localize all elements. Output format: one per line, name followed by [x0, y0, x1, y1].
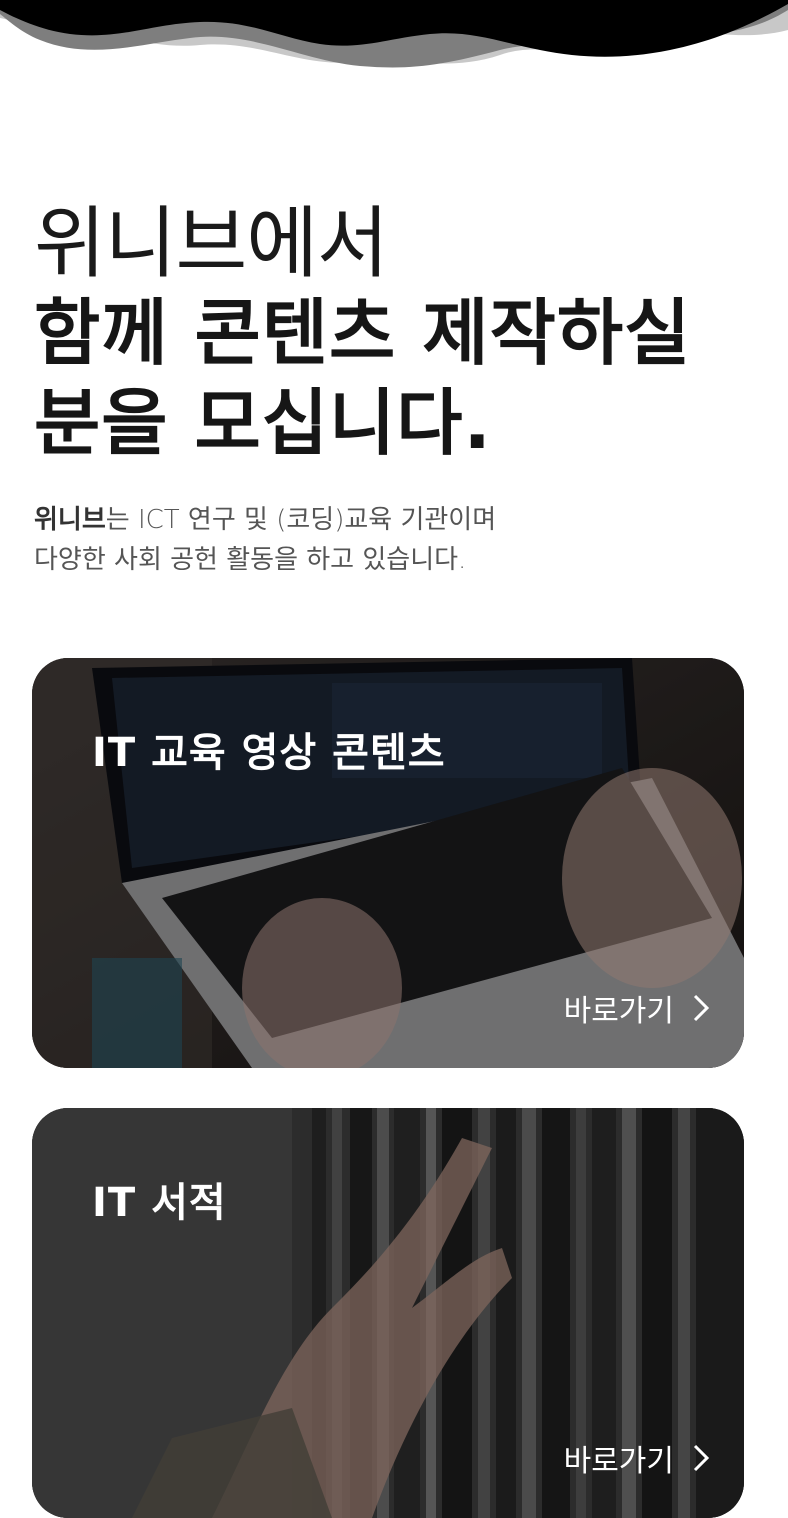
- card-link-label: 바로가기: [563, 1444, 674, 1479]
- brand-name: 위니브: [34, 505, 106, 535]
- card-link-button[interactable]: 바로가기: [564, 986, 710, 1030]
- card-title: IT 서적: [92, 1180, 227, 1226]
- intro-line-2: 다양한 사회 공헌 활동을 하고 있습니다.: [34, 545, 467, 575]
- card-title: IT 교육 영상 콘텐츠: [92, 730, 446, 776]
- card-link-button[interactable]: 바로가기: [564, 1436, 710, 1480]
- card-link-label: 바로가기: [563, 994, 674, 1029]
- card-it-books[interactable]: IT 서적 바로가기: [32, 1108, 744, 1518]
- hero-line-2: 함께 콘텐츠 제작하실: [34, 291, 692, 375]
- hero-line-3: 분을 모십니다.: [34, 381, 492, 465]
- card-it-video[interactable]: IT 교육 영상 콘텐츠 바로가기: [32, 658, 744, 1068]
- intro-text: 위니브는 ICT 연구 및 (코딩)교육 기관이며 다양한 사회 공헌 활동을 …: [34, 500, 754, 580]
- header-wave-decoration: [0, 0, 788, 68]
- intro-line-1: 위니브는 ICT 연구 및 (코딩)교육 기관이며: [34, 500, 754, 540]
- chevron-right-icon: [693, 994, 710, 1022]
- hero-heading: 위니브에서 함께 콘텐츠 제작하실 분을 모십니다.: [34, 200, 764, 468]
- chevron-right-icon: [693, 1444, 710, 1472]
- hero-line-1: 위니브에서: [34, 199, 389, 289]
- intro-line-1-rest: 는 ICT 연구 및 (코딩)교육 기관이며: [105, 505, 497, 535]
